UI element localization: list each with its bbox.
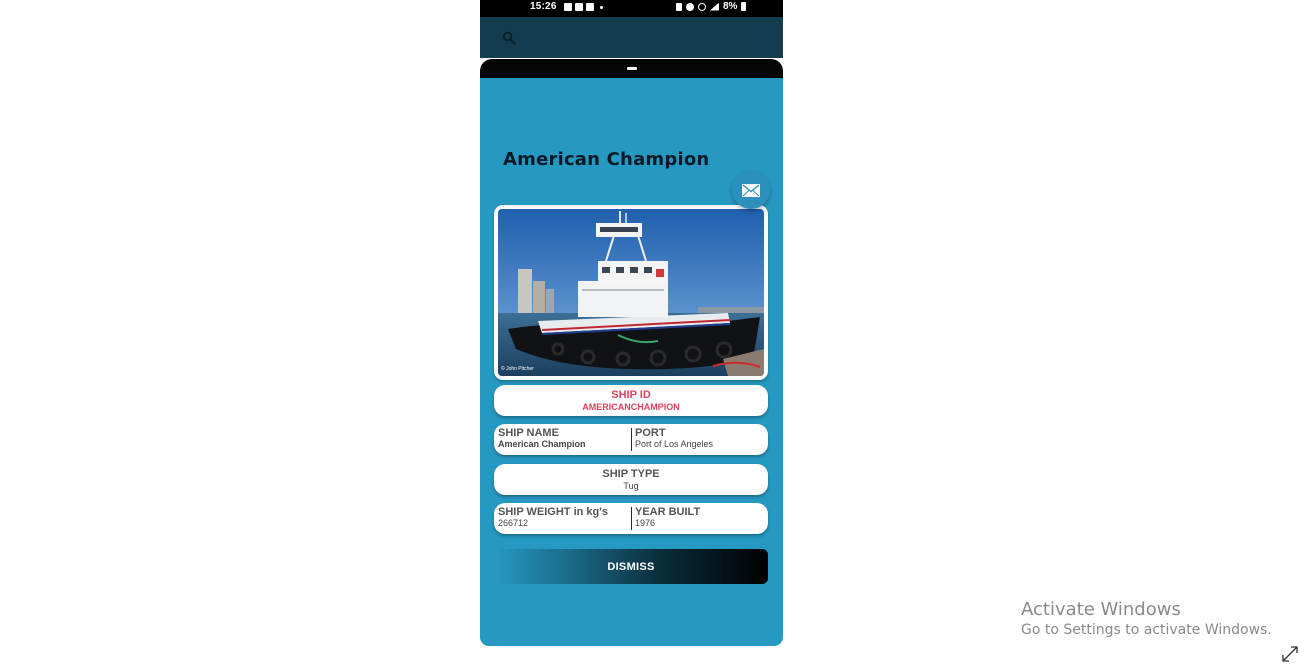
- ship-id-label: SHIP ID: [611, 389, 651, 401]
- ship-weight-label: SHIP WEIGHT in kg's: [498, 506, 608, 518]
- field-divider: [631, 507, 632, 530]
- mail-icon: [742, 183, 760, 197]
- gallery-icon: [564, 3, 572, 11]
- more-dot-icon: [600, 5, 603, 9]
- sheet-header[interactable]: [480, 59, 783, 79]
- ship-type-card: SHIP TYPE Tug: [494, 464, 768, 495]
- ship-photo-card: © John Pitcher: [494, 205, 768, 380]
- email-button[interactable]: [732, 171, 770, 209]
- drag-handle[interactable]: [627, 67, 637, 70]
- signal-icon: [710, 2, 719, 11]
- port-value: Port of Los Angeles: [635, 439, 714, 449]
- ship-weight-value: 266712: [498, 518, 529, 528]
- ship-type-label: SHIP TYPE: [602, 468, 660, 480]
- status-time: 15:26: [530, 1, 557, 12]
- field-divider: [631, 428, 632, 451]
- ship-id-value: AMERICANCHAMPION: [582, 402, 680, 412]
- status-bar: 15:26 8%: [480, 0, 783, 17]
- port-label: PORT: [635, 427, 666, 439]
- year-built-value: 1976: [635, 518, 656, 528]
- ship-name-field: SHIP NAME American Champion: [498, 427, 586, 449]
- ship-title: American Champion: [503, 149, 710, 170]
- name-port-card: SHIP NAME American Champion PORT Port of…: [494, 424, 768, 455]
- watermark-subtitle: Go to Settings to activate Windows.: [1021, 622, 1272, 638]
- battery-icon: [741, 2, 747, 11]
- battery-level: 8%: [723, 1, 738, 12]
- alarm-icon: [686, 2, 694, 11]
- search-icon[interactable]: [502, 31, 516, 45]
- photo-credit: © John Pitcher: [501, 366, 534, 372]
- message-icon: [586, 3, 594, 11]
- port-field: PORT Port of Los Angeles: [635, 427, 713, 449]
- ship-type-value: Tug: [623, 481, 639, 491]
- year-built-field: YEAR BUILT 1976: [635, 506, 700, 528]
- lock-icon: [676, 2, 682, 11]
- youtube-icon: [575, 3, 583, 11]
- ship-details-sheet: American Champion © John Pitcher SHIP ID…: [480, 78, 783, 646]
- expand-icon[interactable]: [1280, 645, 1300, 663]
- phone-screen: 15:26 8% American Champion © John Pitche…: [480, 0, 783, 646]
- windows-activation-watermark: Activate Windows Go to Settings to activ…: [1021, 599, 1272, 638]
- system-icons: 8%: [676, 1, 747, 12]
- search-bar[interactable]: [480, 17, 783, 58]
- ship-photo: © John Pitcher: [498, 209, 764, 376]
- ship-name-value: American Champion: [498, 439, 586, 449]
- notification-icons: [564, 3, 603, 11]
- dismiss-button[interactable]: DISMISS: [494, 549, 768, 584]
- watermark-title: Activate Windows: [1021, 599, 1181, 620]
- hotspot-icon: [698, 2, 706, 11]
- ship-name-label: SHIP NAME: [498, 427, 559, 439]
- ship-id-card: SHIP ID AMERICANCHAMPION: [494, 385, 768, 416]
- weight-year-card: SHIP WEIGHT in kg's 266712 YEAR BUILT 19…: [494, 503, 768, 534]
- year-built-label: YEAR BUILT: [635, 506, 701, 518]
- ship-weight-field: SHIP WEIGHT in kg's 266712: [498, 506, 608, 528]
- tugboat-image: [498, 209, 764, 376]
